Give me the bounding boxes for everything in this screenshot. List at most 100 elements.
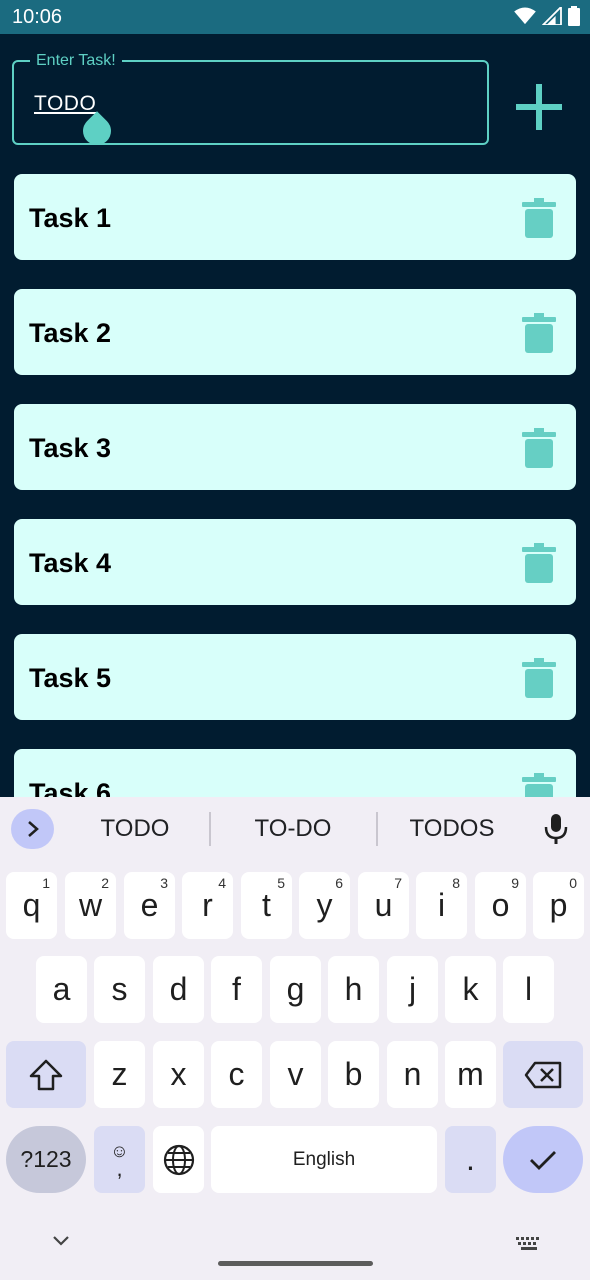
shift-key[interactable] (6, 1041, 86, 1108)
key-u[interactable]: u7 (358, 872, 409, 939)
expand-toolbar-button[interactable] (11, 809, 54, 849)
key-x[interactable]: x (153, 1041, 204, 1108)
key-g[interactable]: g (270, 956, 321, 1023)
shift-icon (29, 1059, 63, 1090)
add-task-button[interactable] (510, 78, 568, 136)
suggestion-strip: TODO TO-DO TODOS (0, 797, 590, 863)
symbols-key[interactable]: ?123 (6, 1126, 86, 1193)
task-name: Task 1 (29, 203, 112, 233)
key-n[interactable]: n (387, 1041, 438, 1108)
key-hint: 5 (277, 875, 285, 891)
key-z[interactable]: z (94, 1041, 145, 1108)
key-r[interactable]: r4 (182, 872, 233, 939)
key-d[interactable]: d (153, 956, 204, 1023)
key-label: y (316, 887, 333, 923)
task-input-label: Enter Task! (30, 52, 122, 70)
task-input-field[interactable]: Enter Task! TODO (12, 52, 489, 151)
key-label: t (262, 887, 271, 923)
wifi-icon (514, 7, 536, 25)
task-name: Task 6 (29, 778, 112, 797)
plus-icon (516, 84, 562, 130)
key-m[interactable]: m (445, 1041, 496, 1108)
key-c[interactable]: c (211, 1041, 262, 1108)
suggestion-divider (209, 812, 211, 846)
trash-icon[interactable] (522, 658, 556, 698)
microphone-icon[interactable] (543, 813, 569, 845)
task-name: Task 3 (29, 433, 112, 463)
key-b[interactable]: b (328, 1041, 379, 1108)
key-o[interactable]: o9 (475, 872, 526, 939)
backspace-key[interactable] (503, 1041, 583, 1108)
key-s[interactable]: s (94, 956, 145, 1023)
keyboard-switch-icon[interactable] (516, 1237, 542, 1251)
signal-icon (542, 7, 562, 25)
key-hint: 7 (394, 875, 402, 891)
trash-icon[interactable] (522, 773, 556, 797)
task-card[interactable]: Task 3 (14, 404, 576, 490)
globe-icon (163, 1144, 194, 1175)
key-i[interactable]: i8 (416, 872, 467, 939)
key-h[interactable]: h (328, 956, 379, 1023)
task-name: Task 5 (29, 663, 112, 693)
key-label: u (374, 887, 393, 923)
task-card[interactable]: Task 2 (14, 289, 576, 375)
key-hint: 9 (511, 875, 519, 891)
key-p[interactable]: p0 (533, 872, 584, 939)
todo-app: Enter Task! TODO Task 1 Task 2 Task 3 Ta… (0, 34, 590, 797)
backspace-icon (524, 1061, 562, 1088)
suggestion-divider (376, 812, 378, 846)
hide-keyboard-icon[interactable] (52, 1235, 70, 1247)
task-name: Task 2 (29, 318, 112, 348)
key-t[interactable]: t5 (241, 872, 292, 939)
key-label: r (202, 887, 213, 923)
status-bar: 10:06 (0, 0, 590, 34)
task-card[interactable]: Task 5 (14, 634, 576, 720)
key-q[interactable]: q1 (6, 872, 57, 939)
status-time: 10:06 (12, 6, 63, 28)
trash-icon[interactable] (522, 198, 556, 238)
suggestion-1[interactable]: TODO (85, 815, 185, 843)
checkmark-icon (530, 1150, 556, 1170)
battery-icon (568, 6, 580, 26)
task-card[interactable]: Task 4 (14, 519, 576, 605)
key-f[interactable]: f (211, 956, 262, 1023)
key-label: i (437, 887, 446, 923)
language-key[interactable] (153, 1126, 204, 1193)
key-hint: 2 (101, 875, 109, 891)
task-card[interactable]: Task 1 (14, 174, 576, 260)
key-w[interactable]: w2 (65, 872, 116, 939)
trash-icon[interactable] (522, 543, 556, 583)
key-hint: 0 (569, 875, 577, 891)
emoji-comma-key[interactable]: ☺ , (94, 1126, 145, 1193)
key-a[interactable]: a (36, 956, 87, 1023)
home-gesture-bar[interactable] (218, 1261, 373, 1266)
key-label: e (140, 887, 159, 923)
key-k[interactable]: k (445, 956, 496, 1023)
suggestion-2[interactable]: TO-DO (233, 815, 353, 843)
task-card[interactable]: Task 6 (14, 749, 576, 797)
key-label: p (549, 887, 568, 923)
text-cursor-handle[interactable] (77, 111, 117, 151)
key-l[interactable]: l (503, 956, 554, 1023)
key-hint: 4 (218, 875, 226, 891)
status-icons (514, 6, 580, 26)
comma-label: , (116, 1155, 123, 1181)
enter-key[interactable] (503, 1126, 583, 1193)
key-label: q (22, 887, 41, 923)
space-key[interactable]: English (211, 1126, 437, 1193)
soft-keyboard: TODO TO-DO TODOS q1 w2 e3 r4 t5 y6 u7 i8… (0, 797, 590, 1280)
key-label: o (491, 887, 510, 923)
key-v[interactable]: v (270, 1041, 321, 1108)
key-y[interactable]: y6 (299, 872, 350, 939)
key-j[interactable]: j (387, 956, 438, 1023)
trash-icon[interactable] (522, 428, 556, 468)
task-name: Task 4 (29, 548, 112, 578)
key-hint: 3 (160, 875, 168, 891)
key-label: w (78, 887, 103, 923)
period-key[interactable]: . (445, 1126, 496, 1193)
key-e[interactable]: e3 (124, 872, 175, 939)
chevron-right-icon (27, 821, 39, 837)
suggestion-3[interactable]: TODOS (398, 815, 506, 843)
trash-icon[interactable] (522, 313, 556, 353)
task-input-value[interactable]: TODO (34, 92, 96, 116)
